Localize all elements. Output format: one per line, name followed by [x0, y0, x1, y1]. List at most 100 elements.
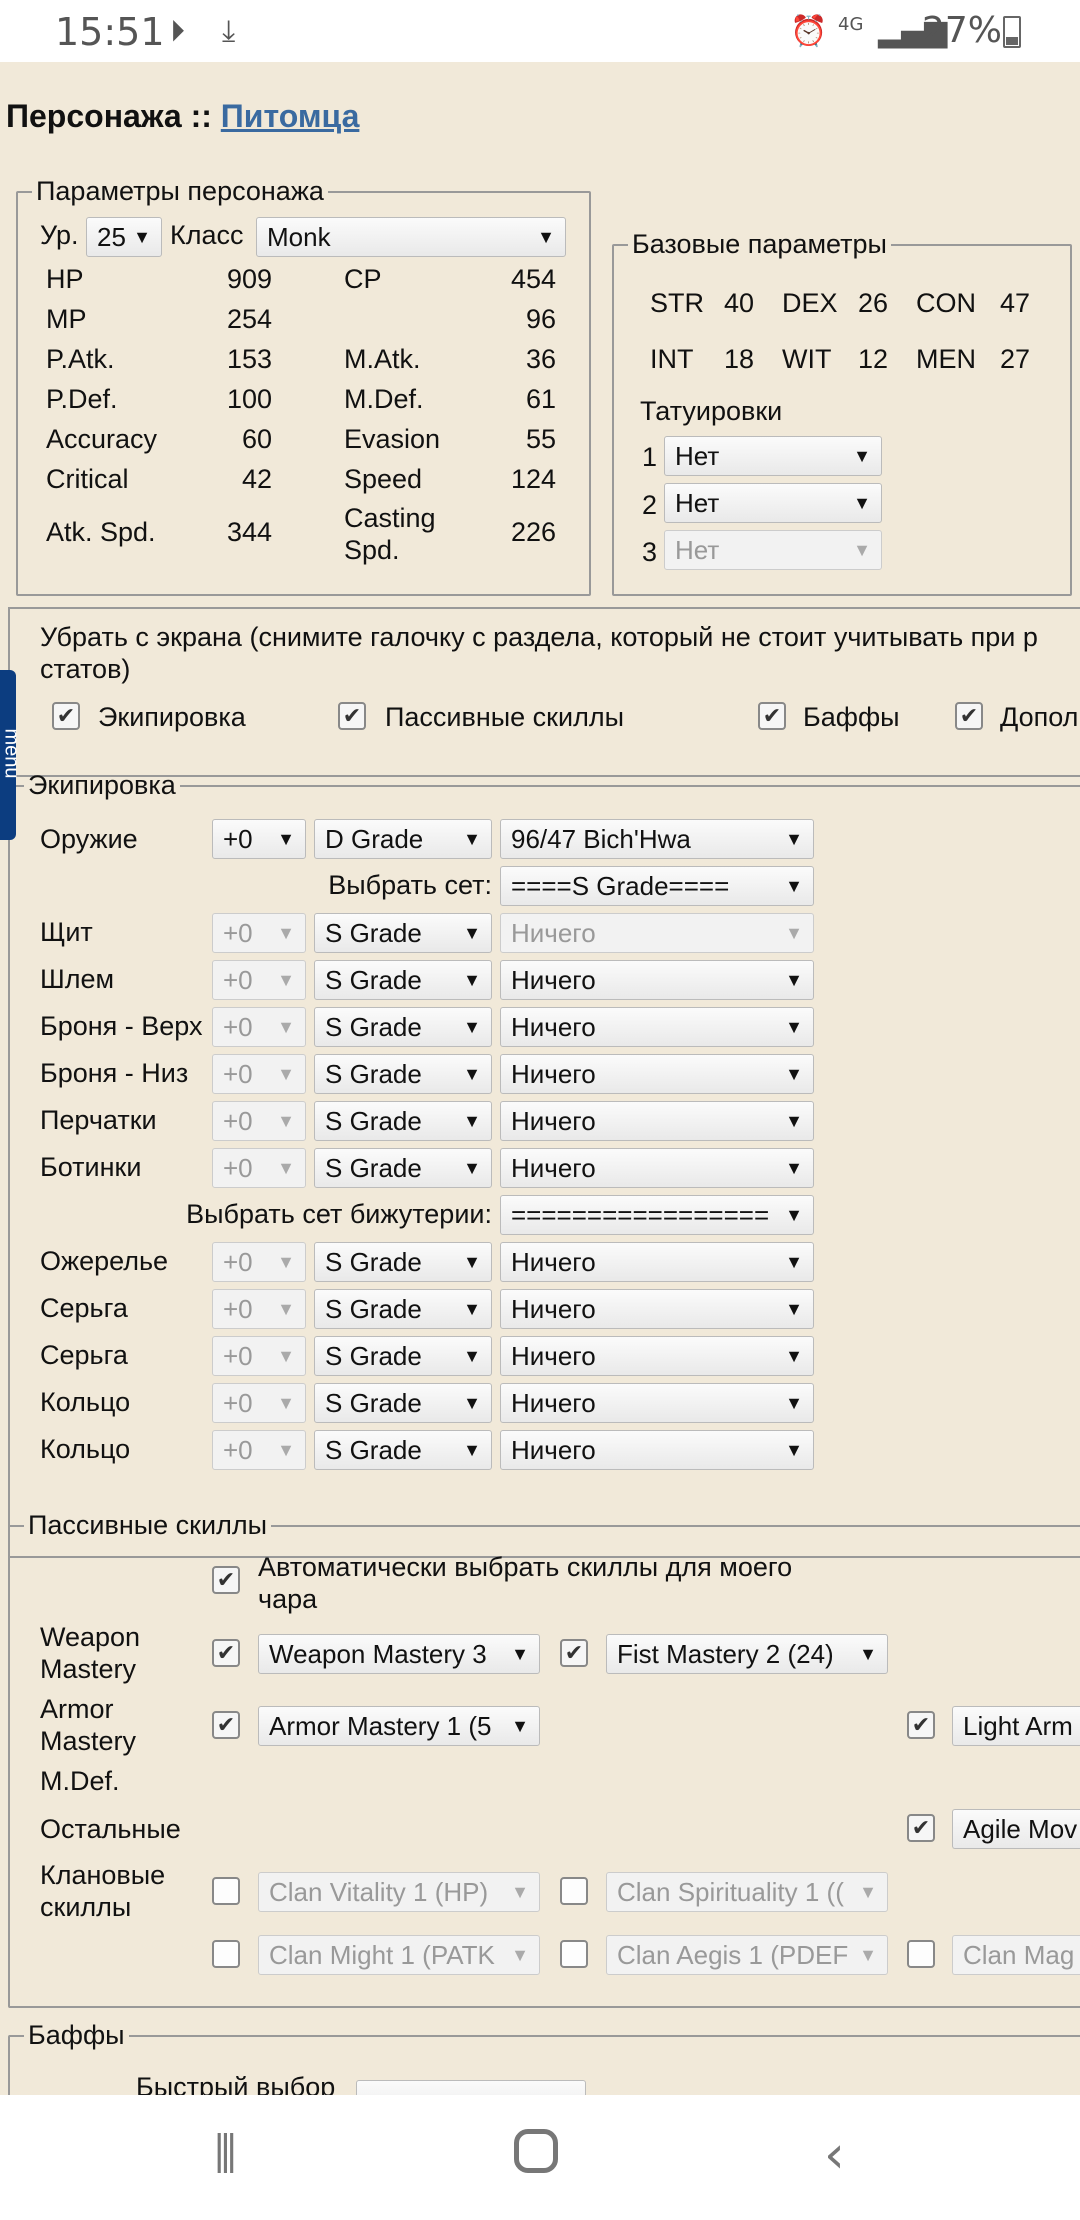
class-select[interactable]: Monk ▼	[256, 217, 566, 257]
chevron-down-icon: ▼	[785, 1393, 803, 1413]
weapon-enchant-select[interactable]: +0 ▼	[212, 819, 306, 859]
slot-enchant-select[interactable]: +0 ▼	[212, 1148, 306, 1188]
base-stat-label: MEN	[916, 344, 976, 374]
slot-grade-select[interactable]: S Grade ▼	[314, 1007, 492, 1047]
clan-magic-checkbox[interactable]	[907, 1940, 935, 1968]
chevron-down-icon: ▼	[463, 1440, 481, 1460]
slot-item-select[interactable]: Ничего ▼	[500, 1289, 814, 1329]
slot-grade-select[interactable]: S Grade ▼	[314, 1430, 492, 1470]
slot-enchant-select[interactable]: +0 ▼	[212, 1242, 306, 1282]
toggle-buffs-checkbox[interactable]: ✔	[758, 702, 786, 730]
slot-enchant-select[interactable]: +0 ▼	[212, 1383, 306, 1423]
light-armor-checkbox[interactable]: ✔	[907, 1711, 935, 1739]
clan-aegis-select[interactable]: Clan Aegis 1 (PDEF ▼	[606, 1935, 888, 1975]
side-menu-label: menu	[0, 728, 23, 779]
chevron-down-icon: ▼	[277, 1064, 295, 1084]
slot-enchant-select[interactable]: +0 ▼	[212, 913, 306, 953]
slot-grade-select[interactable]: S Grade ▼	[314, 1054, 492, 1094]
fist-mastery-checkbox[interactable]: ✔	[560, 1639, 588, 1667]
armor-mastery-checkbox[interactable]: ✔	[212, 1711, 240, 1739]
slot-item-select[interactable]: Ничего ▼	[500, 960, 814, 1000]
slot-grade-select[interactable]: S Grade ▼	[314, 1383, 492, 1423]
clan-magic-select[interactable]: Clan Mag	[952, 1935, 1080, 1975]
clan-might-select[interactable]: Clan Might 1 (PATK ▼	[258, 1935, 540, 1975]
slot-grade-select[interactable]: S Grade ▼	[314, 960, 492, 1000]
stat-value: 454	[510, 264, 556, 294]
agile-move-select[interactable]: Agile Mov	[952, 1809, 1080, 1849]
slot-item-select[interactable]: Ничего ▼	[500, 1242, 814, 1282]
slot-enchant-select[interactable]: +0 ▼	[212, 1054, 306, 1094]
base-stat-value: 12	[858, 344, 889, 374]
jewel-set-select[interactable]: ================= ▼	[500, 1195, 814, 1235]
weapon-grade-select[interactable]: D Grade ▼	[314, 819, 492, 859]
slot-item-select[interactable]: Ничего ▼	[500, 1007, 814, 1047]
tattoo-select-2[interactable]: Нет ▼	[664, 483, 882, 523]
tattoo-select-3[interactable]: Нет ▼	[664, 530, 882, 570]
level-select[interactable]: 25 ▼	[86, 217, 162, 257]
home-icon[interactable]	[514, 2129, 558, 2173]
set-select[interactable]: ====S Grade==== ▼	[500, 866, 814, 906]
display-filter-text: Убрать с экрана (снимите галочку с разде…	[40, 622, 1038, 652]
slot-item-select[interactable]: Ничего ▼	[500, 1383, 814, 1423]
class-label: Класс	[170, 220, 244, 250]
chevron-down-icon: ▼	[277, 1252, 295, 1272]
slot-grade-select[interactable]: S Grade ▼	[314, 1148, 492, 1188]
base-stat-value: 27	[1000, 344, 1031, 374]
chevron-down-icon: ▼	[785, 1064, 803, 1084]
tattoo-select-1[interactable]: Нет ▼	[664, 436, 882, 476]
stat-value: 226	[510, 517, 556, 547]
weapon-item-select[interactable]: 96/47 Bich'Hwa ▼	[500, 819, 814, 859]
light-armor-select[interactable]: Light Arm	[952, 1706, 1080, 1746]
slot-item-select[interactable]: Ничего ▼	[500, 1148, 814, 1188]
side-menu-tab[interactable]: menu	[0, 670, 23, 840]
clan-spirituality-checkbox[interactable]	[560, 1877, 588, 1905]
stat-value: 36	[525, 344, 556, 374]
weapon-mastery-select[interactable]: Weapon Mastery 3 ▼	[258, 1634, 540, 1674]
slot-item-select[interactable]: Ничего ▼	[500, 913, 814, 953]
clan-vitality-checkbox[interactable]	[212, 1877, 240, 1905]
slot-item-select[interactable]: Ничего ▼	[500, 1336, 814, 1376]
clan-spirituality-select[interactable]: Clan Spirituality 1 ((▼	[606, 1872, 888, 1912]
display-filter-text: статов)	[40, 654, 131, 684]
slot-enchant-select[interactable]: +0 ▼	[212, 1430, 306, 1470]
toggle-passive-checkbox[interactable]: ✔	[338, 702, 366, 730]
toggle-equipment-checkbox[interactable]: ✔	[52, 702, 80, 730]
slot-grade-select[interactable]: S Grade ▼	[314, 1242, 492, 1282]
slot-enchant-select[interactable]: +0 ▼	[212, 960, 306, 1000]
back-icon[interactable]: ‹	[824, 2125, 845, 2185]
chevron-down-icon: ▼	[537, 227, 555, 247]
slot-label: Перчатки	[40, 1105, 157, 1135]
chevron-down-icon: ▼	[463, 1158, 481, 1178]
armor-mastery-label: Armor	[40, 1694, 114, 1724]
auto-skills-checkbox[interactable]: ✔	[212, 1566, 240, 1594]
tattoo-index: 3	[642, 537, 658, 567]
toggle-extra-checkbox[interactable]: ✔	[955, 702, 983, 730]
slot-grade-select[interactable]: S Grade ▼	[314, 1336, 492, 1376]
armor-mastery-select[interactable]: Armor Mastery 1 (5 ▼	[258, 1706, 540, 1746]
chevron-down-icon: ▼	[463, 1017, 481, 1037]
fist-mastery-select[interactable]: Fist Mastery 2 (24) ▼	[606, 1634, 888, 1674]
weapon-mastery-checkbox[interactable]: ✔	[212, 1639, 240, 1667]
set-label: Выбрать сет:	[328, 870, 492, 900]
passive-skills-panel: Пассивные скиллы	[8, 1510, 1080, 2008]
slot-enchant-select[interactable]: +0 ▼	[212, 1007, 306, 1047]
recent-apps-icon[interactable]: ⦀	[214, 2125, 237, 2186]
base-stat-label: DEX	[782, 288, 838, 318]
agile-move-checkbox[interactable]: ✔	[907, 1814, 935, 1842]
stat-value: 124	[510, 464, 556, 494]
slot-grade-select[interactable]: S Grade ▼	[314, 1289, 492, 1329]
pet-link[interactable]: Питомца	[221, 98, 360, 134]
slot-enchant-select[interactable]: +0 ▼	[212, 1101, 306, 1141]
slot-item-select[interactable]: Ничего ▼	[500, 1101, 814, 1141]
quick-select-dropdown[interactable]: ============▼	[356, 2080, 586, 2095]
clan-skills-label: Клановые	[40, 1860, 166, 1890]
slot-item-select[interactable]: Ничего ▼	[500, 1054, 814, 1094]
clan-might-checkbox[interactable]	[212, 1940, 240, 1968]
slot-item-select[interactable]: Ничего ▼	[500, 1430, 814, 1470]
slot-grade-select[interactable]: S Grade ▼	[314, 913, 492, 953]
slot-enchant-select[interactable]: +0 ▼	[212, 1289, 306, 1329]
slot-grade-select[interactable]: S Grade ▼	[314, 1101, 492, 1141]
clan-vitality-select[interactable]: Clan Vitality 1 (HP) ▼	[258, 1872, 540, 1912]
slot-enchant-select[interactable]: +0 ▼	[212, 1336, 306, 1376]
clan-aegis-checkbox[interactable]	[560, 1940, 588, 1968]
